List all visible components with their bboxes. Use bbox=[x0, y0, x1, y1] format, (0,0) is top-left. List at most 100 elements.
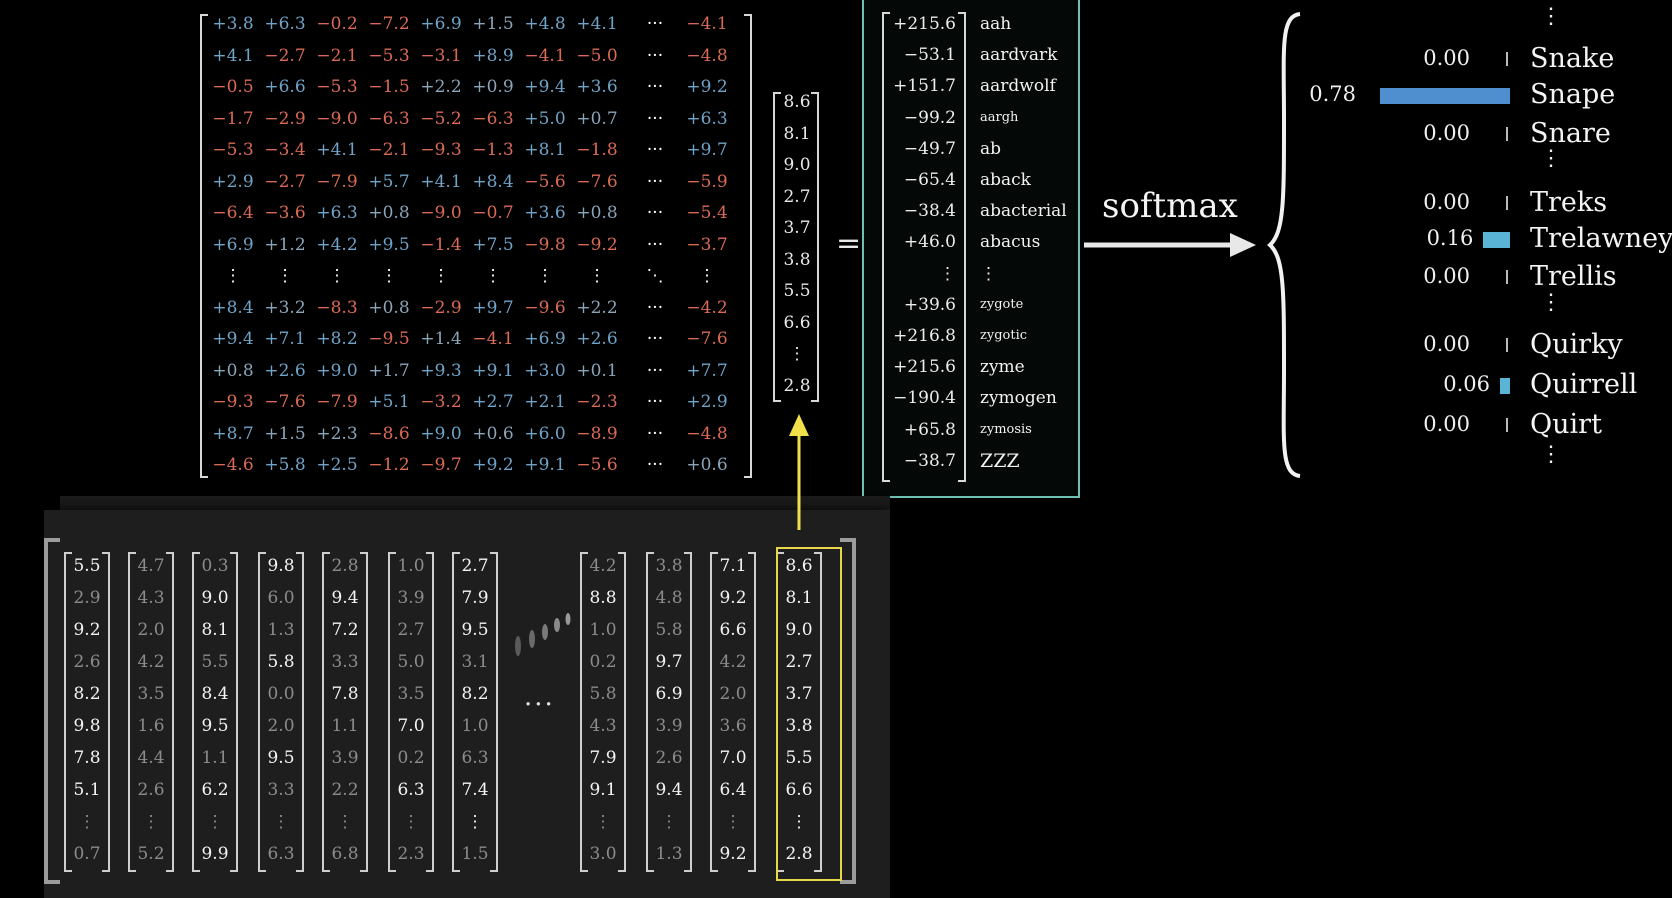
embedding-cell: 1.1 bbox=[331, 716, 359, 736]
matrix-cell: +0.8 bbox=[368, 297, 410, 318]
probability-tick bbox=[1506, 127, 1508, 141]
embedding-cell: 1.3 bbox=[267, 620, 295, 640]
matrix-cell: ··· bbox=[646, 45, 664, 66]
vocab-word: abacus bbox=[980, 232, 1041, 253]
matrix-cell: +1.2 bbox=[264, 234, 306, 255]
vertical-dots: ⋮ bbox=[1540, 442, 1562, 467]
matrix-cell: +1.5 bbox=[264, 423, 306, 444]
embedding-cell: 0.3 bbox=[201, 556, 229, 576]
logit-value: −38.7 bbox=[903, 450, 956, 471]
vocab-word: ab bbox=[980, 138, 1002, 159]
matrix-cell: +0.9 bbox=[472, 77, 514, 97]
embedding-cell: ⋮ bbox=[142, 812, 160, 832]
embedding-cell: 5.8 bbox=[267, 652, 295, 672]
embedding-cell: 9.2 bbox=[73, 620, 101, 640]
matrix-cell: +6.3 bbox=[264, 14, 306, 34]
embedding-cell: 2.7 bbox=[461, 556, 489, 576]
matrix-cell: +4.1 bbox=[420, 171, 462, 192]
token-name: Quirt bbox=[1530, 409, 1602, 440]
matrix-cell: +9.1 bbox=[524, 455, 566, 475]
embedding-cell: 7.0 bbox=[397, 716, 425, 736]
vocab-word: ⋮ bbox=[980, 263, 997, 284]
matrix-cell: ··· bbox=[646, 14, 664, 34]
matrix-cell: −3.2 bbox=[420, 392, 462, 412]
matrix-cell: −0.2 bbox=[316, 14, 358, 34]
embedding-cell: 5.5 bbox=[73, 556, 101, 576]
matrix-cell: −3.7 bbox=[686, 234, 728, 255]
token-name: Quirky bbox=[1530, 329, 1623, 360]
softmax-arrow-icon bbox=[1084, 233, 1256, 257]
probability-bar bbox=[1483, 232, 1510, 248]
probability-value: 0.00 bbox=[1423, 190, 1470, 214]
probability-value: 0.00 bbox=[1423, 332, 1470, 356]
embedding-cell: 4.2 bbox=[137, 652, 165, 672]
curly-brace-icon bbox=[1267, 12, 1301, 478]
embedding-cell: 4.2 bbox=[719, 652, 747, 672]
matrix-cell: +5.0 bbox=[524, 108, 566, 129]
matrix-cell: −9.5 bbox=[368, 329, 410, 349]
matrix-cell: +4.8 bbox=[524, 14, 566, 34]
embedding-ellipsis: ··· bbox=[524, 690, 555, 720]
logit-value: +151.7 bbox=[893, 76, 956, 97]
matrix-cell: +0.8 bbox=[212, 360, 254, 381]
matrix-cell: −9.2 bbox=[576, 234, 618, 255]
probability-value: 0.00 bbox=[1423, 121, 1470, 145]
matrix-cell: ··· bbox=[646, 297, 664, 318]
matrix-cell: −5.3 bbox=[316, 77, 358, 97]
vertical-dots: ⋮ bbox=[1540, 290, 1562, 315]
embedding-cell: 9.9 bbox=[201, 844, 229, 864]
embedding-cell: 9.5 bbox=[201, 716, 229, 736]
embedding-cell: 2.7 bbox=[397, 620, 425, 640]
embedding-cell: 1.0 bbox=[397, 556, 425, 576]
embedding-cell: 8.2 bbox=[461, 684, 489, 704]
matrix-cell: −5.9 bbox=[686, 171, 728, 192]
embedding-cell: 6.3 bbox=[267, 844, 295, 864]
vector-cell: 3.7 bbox=[783, 218, 811, 238]
matrix-cell: ⋮ bbox=[698, 266, 716, 286]
matrix-cell: ··· bbox=[646, 329, 664, 349]
vector-cell: 9.0 bbox=[783, 155, 811, 175]
matrix-cell: ⋮ bbox=[224, 266, 242, 286]
matrix-cell: +0.6 bbox=[686, 455, 728, 475]
embedding-cell: 9.4 bbox=[331, 588, 359, 608]
embedding-cell: 9.5 bbox=[267, 748, 295, 768]
matrix-cell: −5.6 bbox=[576, 455, 618, 475]
matrix-cell: +8.1 bbox=[524, 140, 566, 160]
yellow-arrow-icon bbox=[789, 414, 809, 530]
matrix-cell: +3.8 bbox=[212, 14, 254, 34]
embedding-cell: 6.2 bbox=[201, 780, 229, 800]
embedding-cell: 7.1 bbox=[719, 556, 747, 576]
embedding-cell: 7.8 bbox=[73, 748, 101, 768]
embedding-cell: 9.2 bbox=[719, 844, 747, 864]
embedding-cell: 0.7 bbox=[73, 844, 101, 864]
matrix-cell: −1.5 bbox=[368, 77, 410, 97]
matrix-cell: −5.6 bbox=[524, 171, 566, 192]
probability-value: 0.00 bbox=[1423, 46, 1470, 70]
embedding-cell: ⋮ bbox=[336, 812, 354, 832]
vocab-word: aargh bbox=[980, 109, 1019, 125]
matrix-cell: ⋮ bbox=[276, 266, 294, 286]
embedding-cell: 0.2 bbox=[589, 652, 617, 672]
matrix-cell: +4.2 bbox=[316, 234, 358, 255]
probability-value: 0.16 bbox=[1426, 226, 1474, 250]
embedding-cell: 2.6 bbox=[137, 780, 165, 800]
matrix-cell: +6.3 bbox=[316, 203, 358, 223]
vector-cell: 2.8 bbox=[783, 375, 811, 396]
matrix-cell: −2.3 bbox=[576, 392, 618, 412]
embedding-cell: 9.1 bbox=[589, 780, 617, 800]
embedding-cell: 0.2 bbox=[397, 748, 425, 768]
vocab-word: ZZZ bbox=[980, 449, 1020, 472]
embedding-panel: 5.5 2.9 9.2 2.6 8.2 9.8 7.8 5.1 ⋮ 0.7 4.7 4.3 2.0 4.2… bbox=[44, 510, 890, 898]
matrix-cell: −2.9 bbox=[264, 108, 306, 129]
embedding-cell: 7.0 bbox=[719, 748, 747, 768]
vocab-word: zygotic bbox=[980, 328, 1028, 343]
matrix-cell: ⋮ bbox=[484, 266, 502, 286]
matrix-cell: −9.0 bbox=[420, 203, 462, 223]
matrix-cell: −4.1 bbox=[686, 14, 728, 34]
matrix-cell: +9.4 bbox=[212, 329, 254, 349]
embedding-cell: 1.0 bbox=[589, 620, 617, 640]
vector-cell: 6.6 bbox=[783, 312, 811, 333]
probability-tick bbox=[1506, 338, 1508, 352]
logit-value: −49.7 bbox=[903, 138, 956, 159]
embedding-cell: 9.7 bbox=[655, 652, 683, 672]
